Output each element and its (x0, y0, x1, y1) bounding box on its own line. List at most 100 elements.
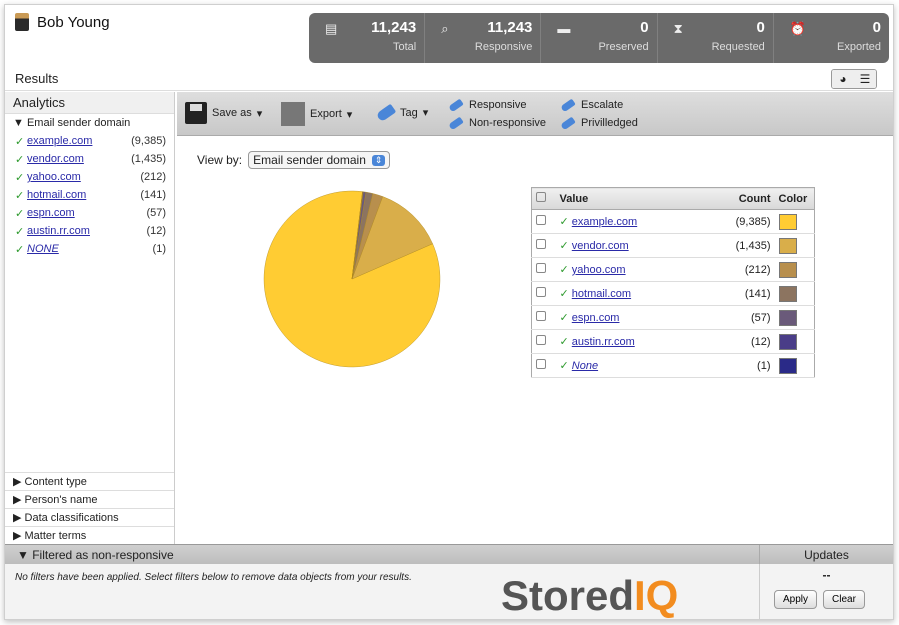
save-as-button[interactable]: Save as ▾ (185, 102, 262, 124)
color-swatch[interactable] (778, 261, 797, 278)
table-row[interactable]: ✓ hotmail.com (141) (531, 281, 815, 306)
storediq-logo: StoredIQ (501, 572, 678, 620)
table-row[interactable]: ✓ vendor.com (1,435) (531, 233, 815, 258)
stat-preserved[interactable]: ▬ 0 Preserved (540, 13, 656, 63)
row-checkbox-cell (531, 281, 556, 306)
value-link[interactable]: espn.com (572, 312, 620, 324)
facet-link[interactable]: example.com (27, 135, 124, 147)
row-checkbox[interactable] (536, 239, 546, 249)
collapsed-facets: ▶ Content type ▶ Person's name ▶ Data cl… (5, 472, 174, 544)
list-item[interactable]: ✓ austin.rr.com (12) (15, 222, 174, 240)
stat-total[interactable]: ▤ 11,243 Total (309, 13, 424, 63)
color-swatch[interactable] (778, 309, 797, 326)
list-view-icon[interactable]: ☰ (854, 70, 876, 88)
tag-button[interactable]: Tag ▾ (375, 103, 428, 122)
facet-link[interactable]: hotmail.com (27, 189, 124, 201)
table-header-row: Value Count Color (531, 187, 815, 210)
stat-exported[interactable]: ⏰ 0 Exported (772, 13, 889, 63)
row-checkbox[interactable] (536, 335, 546, 345)
table-row[interactable]: ✓ espn.com (57) (531, 305, 815, 330)
facet-label: Person's name (24, 494, 98, 506)
table-row[interactable]: ✓ austin.rr.com (12) (531, 329, 815, 354)
disk-icon: ▬ (557, 21, 571, 36)
facet-link[interactable]: yahoo.com (27, 171, 124, 183)
color-swatch[interactable] (778, 357, 797, 374)
logo-text-accent: IQ (634, 572, 679, 619)
check-icon: ✓ (15, 171, 25, 184)
tag-icon (375, 103, 397, 122)
tag-responsive[interactable]: Responsive (448, 96, 546, 114)
stat-requested[interactable]: ⧗ 0 Requested (656, 13, 773, 63)
facet-header[interactable]: ▼ Email sender domain (5, 114, 174, 132)
facet-link[interactable]: NONE (27, 243, 124, 255)
row-checkbox[interactable] (536, 215, 546, 225)
triangle-right-icon: ▶ (13, 476, 25, 488)
value-link[interactable]: example.com (572, 216, 637, 228)
apply-button[interactable]: Apply (774, 590, 818, 609)
stat-responsive[interactable]: ⌕ 11,243 Responsive (424, 13, 540, 63)
facet-link[interactable]: vendor.com (27, 153, 124, 165)
stat-label: Preserved (598, 41, 649, 53)
row-checkbox[interactable] (536, 311, 546, 321)
list-item[interactable]: ✓ NONE (1) (15, 240, 174, 258)
list-item[interactable]: ✓ espn.com (57) (15, 204, 174, 222)
facet-persons-name[interactable]: ▶ Person's name (5, 490, 174, 508)
check-icon: ✓ (15, 153, 25, 166)
view-by-select[interactable]: Email sender domain ⇕ (248, 151, 391, 169)
clear-button[interactable]: Clear (823, 590, 865, 609)
facet-data-classifications[interactable]: ▶ Data classifications (5, 508, 174, 526)
stat-value: 0 (756, 19, 765, 36)
stat-label: Total (392, 41, 417, 53)
value-link[interactable]: vendor.com (572, 240, 629, 252)
tag-label: Tag (400, 106, 418, 119)
user-name: Bob Young (37, 13, 110, 31)
search-icon: ⌕ (441, 21, 449, 36)
tag-escalate[interactable]: Escalate (560, 96, 638, 114)
header-checkbox-cell (531, 187, 556, 210)
pie-chart-view-icon[interactable]: ◕ (832, 70, 854, 88)
tag-privileged[interactable]: Privilledged (560, 114, 638, 132)
tag-non-responsive[interactable]: Non-responsive (448, 114, 546, 132)
value-link[interactable]: yahoo.com (572, 264, 626, 276)
table-row[interactable]: ✓ None (1) (531, 353, 815, 378)
facet-content-type[interactable]: ▶ Content type (5, 472, 174, 490)
facet-count: (1,435) (131, 153, 166, 165)
list-item[interactable]: ✓ example.com (9,385) (15, 132, 174, 150)
row-checkbox[interactable] (536, 359, 546, 369)
table-row[interactable]: ✓ example.com (9,385) (531, 209, 815, 234)
color-swatch[interactable] (778, 237, 797, 254)
header-count[interactable]: Count (714, 187, 775, 210)
color-cell (774, 233, 815, 258)
export-button[interactable]: Export ▾ (281, 102, 352, 126)
filter-toggle[interactable]: ▼ Filtered as non-responsive (17, 548, 174, 562)
toolbar: Save as ▾ Export ▾ Tag ▾ Responsive Non-… (177, 92, 893, 136)
header-value[interactable]: Value (555, 187, 715, 210)
row-checkbox[interactable] (536, 287, 546, 297)
tag-options-escalate: Escalate Privilledged (560, 96, 638, 132)
row-checkbox-cell (531, 209, 556, 234)
facet-link[interactable]: austin.rr.com (27, 225, 124, 237)
color-swatch[interactable] (778, 333, 797, 350)
facet-matter-terms[interactable]: ▶ Matter terms (5, 526, 174, 544)
triangle-down-icon: ▼ (17, 548, 33, 562)
row-checkbox[interactable] (536, 263, 546, 273)
facet-link[interactable]: espn.com (27, 207, 124, 219)
select-all-checkbox[interactable] (536, 192, 546, 202)
value-link[interactable]: None (572, 360, 598, 372)
list-item[interactable]: ✓ hotmail.com (141) (15, 186, 174, 204)
value-link[interactable]: hotmail.com (572, 288, 631, 300)
list-item[interactable]: ✓ yahoo.com (212) (15, 168, 174, 186)
filter-panel-header: ▼ Filtered as non-responsive Updates (5, 544, 893, 565)
list-item[interactable]: ✓ vendor.com (1,435) (15, 150, 174, 168)
table-row[interactable]: ✓ yahoo.com (212) (531, 257, 815, 282)
stat-value: 11,243 (487, 19, 533, 36)
value-cell: ✓ example.com (555, 209, 715, 234)
triangle-right-icon: ▶ (13, 512, 25, 524)
user-info[interactable]: Bob Young (15, 13, 110, 31)
database-icon: ▤ (325, 21, 338, 36)
value-link[interactable]: austin.rr.com (572, 336, 635, 348)
color-swatch[interactable] (778, 285, 797, 302)
color-swatch[interactable] (778, 213, 797, 230)
filter-note: No filters have been applied. Select fil… (15, 572, 412, 583)
check-icon: ✓ (15, 225, 25, 238)
